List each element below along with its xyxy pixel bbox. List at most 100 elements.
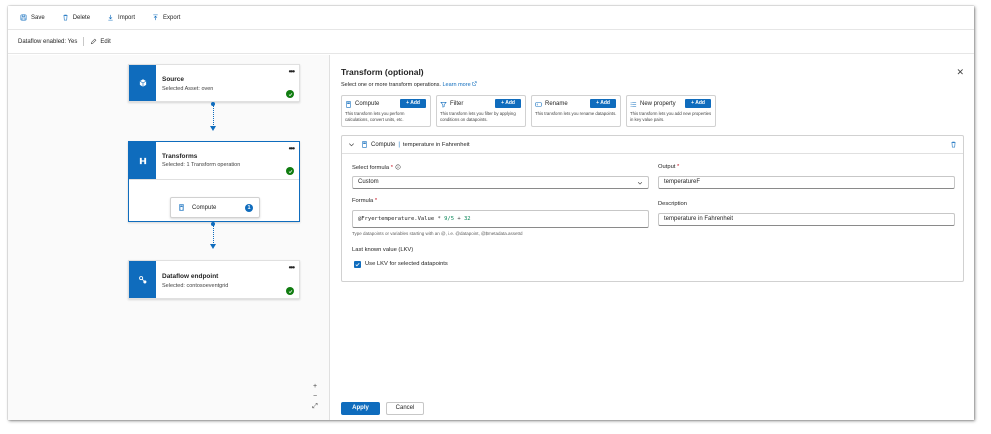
panel-intro: Select one or more transform operations.… <box>341 81 477 88</box>
zoom-out-button[interactable]: − <box>313 392 317 402</box>
arrow-down-icon <box>210 126 216 131</box>
transform-panel: Transform (optional) ✕ Select one or mor… <box>331 55 974 420</box>
divider <box>129 179 299 180</box>
section-separator: | <box>398 141 400 148</box>
check-circle-icon <box>286 167 294 175</box>
endpoint-node[interactable]: Dataflow endpoint Selected: contosoevent… <box>128 260 300 299</box>
add-compute-button[interactable]: + Add <box>400 99 426 108</box>
rename-card-description: This transform lets you rename datapoint… <box>535 111 617 116</box>
apply-button[interactable]: Apply <box>341 402 380 415</box>
external-link-icon <box>472 81 477 86</box>
dataflow-canvas[interactable]: Source Selected Asset: oven ••• Transfor… <box>8 55 330 420</box>
arrow-down-icon <box>210 244 216 249</box>
rename-card-title: Rename <box>545 101 568 107</box>
new-property-card-title: New property <box>640 101 676 107</box>
formula-operator: + <box>457 216 461 222</box>
description-label: Description <box>658 201 687 207</box>
check-circle-icon <box>286 90 294 98</box>
trash-icon[interactable] <box>950 141 957 148</box>
chevron-down-icon <box>637 182 643 185</box>
checkmark-icon <box>355 262 360 267</box>
close-icon[interactable]: ✕ <box>956 67 964 78</box>
lkv-checkbox-label[interactable]: Use LKV for selected datapoints <box>365 261 448 267</box>
endpoint-node-subtitle: Selected: contosoeventgrid <box>162 283 229 289</box>
export-icon <box>153 14 158 21</box>
new-property-card-description: This transform lets you add new properti… <box>630 111 712 122</box>
save-label: Save <box>31 14 45 21</box>
required-mark: * <box>374 198 378 204</box>
section-description: temperature in Fahrenheit <box>402 141 470 148</box>
source-node[interactable]: Source Selected Asset: oven ••• <box>128 64 300 102</box>
compute-count-badge: 1 <box>245 204 253 212</box>
edit-button[interactable]: Edit <box>90 38 111 45</box>
transform-cards: Compute + Add This transform lets you pe… <box>341 95 721 127</box>
description-input[interactable]: temperature in Fahrenheit <box>658 213 955 226</box>
description-value: temperature in Fahrenheit <box>664 216 734 222</box>
add-new-property-button[interactable]: + Add <box>685 99 711 108</box>
add-rename-button[interactable]: + Add <box>590 99 616 108</box>
import-button[interactable]: Import <box>107 14 135 21</box>
formula-operator: * <box>437 216 441 222</box>
connector-line <box>213 105 214 127</box>
command-bar: Save Delete Import Export <box>8 6 974 30</box>
pencil-icon <box>91 38 97 45</box>
description-label-text: Description <box>658 201 687 207</box>
panel-title: Transform (optional) <box>341 67 424 77</box>
formula-select-value: Custom <box>358 179 379 185</box>
chevron-down-icon[interactable] <box>348 141 355 148</box>
zoom-in-button[interactable]: + <box>313 382 317 392</box>
export-button[interactable]: Export <box>152 14 180 21</box>
formula-label: Formula * <box>352 198 377 204</box>
compute-card-title: Compute <box>355 101 380 107</box>
endpoint-node-title: Dataflow endpoint <box>162 273 219 280</box>
add-filter-button[interactable]: + Add <box>495 99 521 108</box>
delete-button[interactable]: Delete <box>62 14 90 21</box>
cancel-button[interactable]: Cancel <box>386 402 424 415</box>
zoom-controls: + − ⤢ <box>310 382 320 412</box>
filter-card-title: Filter <box>450 101 464 107</box>
transform-icon <box>139 157 146 164</box>
formula-label-text: Formula <box>352 198 374 204</box>
delete-label: Delete <box>72 14 91 21</box>
calculator-icon <box>346 101 351 108</box>
compute-operation-chip[interactable]: Compute 1 <box>170 197 260 218</box>
source-node-bar <box>129 65 156 101</box>
import-icon <box>108 14 113 21</box>
required-mark: * <box>390 165 393 171</box>
transforms-node[interactable]: Transforms Selected: 1 Transform operati… <box>128 141 300 222</box>
formula-input[interactable]: @Fryertemperature.Value * 9/5 + 32 <box>352 210 649 228</box>
formula-select[interactable]: Custom <box>352 176 649 189</box>
compute-card-description: This transform lets you perform calculat… <box>345 111 405 122</box>
intro-text: Select one or more transform operations. <box>341 82 441 88</box>
connector-line <box>213 225 214 245</box>
dataflow-status: Dataflow enabled: Yes <box>18 38 78 45</box>
endpoint-icon <box>138 275 146 283</box>
calculator-icon <box>362 141 367 148</box>
transforms-node-bar <box>129 142 156 179</box>
trash-icon <box>63 14 68 21</box>
learn-more-link[interactable]: Learn more <box>443 81 478 88</box>
lkv-checkbox[interactable] <box>354 261 361 268</box>
transforms-node-subtitle: Selected: 1 Transform operation <box>162 162 241 168</box>
fit-view-button[interactable]: ⤢ <box>312 402 318 412</box>
output-label-text: Output <box>658 164 676 170</box>
formula-variable: @Fryertemperature.Value <box>358 216 435 222</box>
output-input[interactable]: temperatureF <box>658 176 955 189</box>
compute-card: Compute + Add This transform lets you pe… <box>341 95 431 127</box>
import-label: Import <box>118 14 136 21</box>
compute-section: Compute | temperature in Fahrenheit Sele… <box>341 135 964 282</box>
filter-card-description: This transform lets you filter by applyi… <box>440 111 516 122</box>
list-icon <box>630 102 637 107</box>
endpoint-more-button[interactable]: ••• <box>289 263 295 272</box>
formula-number: 32 <box>463 216 471 222</box>
save-button[interactable]: Save <box>20 14 45 21</box>
info-icon <box>395 164 401 170</box>
filter-icon <box>440 102 447 108</box>
transforms-node-title: Transforms <box>162 153 198 160</box>
transforms-more-button[interactable]: ••• <box>289 144 295 153</box>
save-icon <box>20 14 27 21</box>
source-node-subtitle: Selected Asset: oven <box>162 86 214 92</box>
source-more-button[interactable]: ••• <box>289 67 295 76</box>
compute-section-header[interactable]: Compute | temperature in Fahrenheit <box>342 136 963 154</box>
formula-hint: Type datapoints or variables starting wi… <box>352 231 523 236</box>
